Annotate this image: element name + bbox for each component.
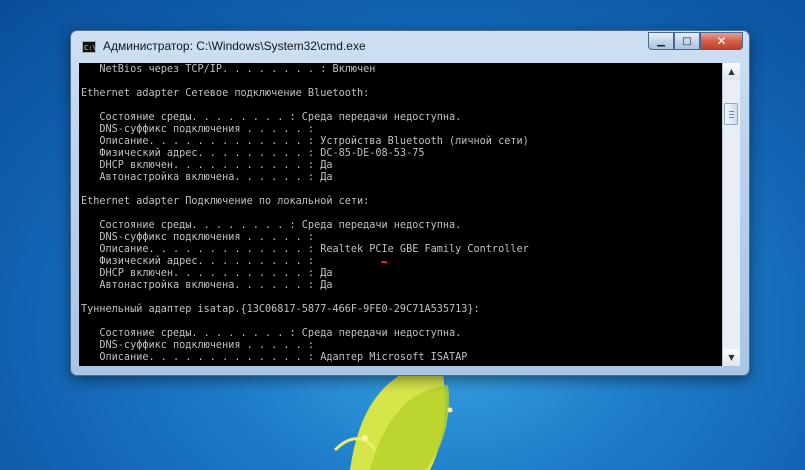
console-line: NetBios через TCP/IP. . . . . . . . : Вк… [81, 64, 376, 75]
console-line: Физический адрес. . . . . . . . . : [81, 256, 315, 267]
console-line: Описание. . . . . . . . . . . . . : Адап… [81, 352, 468, 363]
title-bar[interactable]: C:\ Администратор: C:\Windows\System32\c… [71, 31, 749, 63]
thumb-grip [729, 117, 734, 118]
text-cursor-mark [381, 261, 387, 263]
scrollbar-thumb[interactable] [724, 103, 738, 125]
thumb-grip [729, 111, 734, 112]
minimize-button[interactable]: ▁ [648, 32, 674, 50]
console-line: Физический адрес. . . . . . . . . : DC-8… [81, 148, 425, 159]
console-line: DHCP включен. . . . . . . . . . . : Да [81, 268, 333, 279]
vertical-scrollbar[interactable]: ▲ ▼ [722, 63, 740, 366]
maximize-button[interactable]: □ [674, 32, 700, 50]
console-line: DNS-суффикс подключения . . . . . : [81, 124, 315, 135]
console-line: Автонастройка включена. . . . . . : Да [81, 280, 333, 291]
console-line: DHCP включен. . . . . . . . . . . : Да [81, 160, 333, 171]
console-line: Ethernet adapter Сетевое подключение Blu… [81, 88, 370, 99]
window-title: Администратор: C:\Windows\System32\cmd.e… [103, 39, 366, 53]
close-button[interactable]: ✕ [700, 32, 743, 50]
window-controls: ▁ □ ✕ [648, 32, 743, 51]
console-line: Описание. . . . . . . . . . . . . : Real… [81, 244, 529, 255]
console-line: Состояние среды. . . . . . . . : Среда п… [81, 328, 462, 339]
console-line: Состояние среды. . . . . . . . : Среда п… [81, 220, 462, 231]
console-line: DNS-суффикс подключения . . . . . : [81, 340, 315, 351]
cmd-window: C:\ Администратор: C:\Windows\System32\c… [70, 30, 750, 376]
console-line: Автонастройка включена. . . . . . : Да [81, 172, 333, 183]
console-line: DNS-суффикс подключения . . . . . : [81, 232, 315, 243]
thumb-grip [729, 114, 734, 115]
console-line: Туннельный адаптер isatap.{13C06817-5877… [81, 304, 480, 315]
console-output[interactable]: NetBios через TCP/IP. . . . . . . . : Вк… [79, 63, 722, 366]
console-line: Описание. . . . . . . . . . . . . : Устр… [81, 136, 529, 147]
scroll-down-arrow-icon[interactable]: ▼ [723, 349, 740, 366]
console-line: Ethernet adapter Подключение по локально… [81, 196, 370, 207]
cmd-icon[interactable]: C:\ [82, 41, 97, 53]
console-line: Состояние среды. . . . . . . . : Среда п… [81, 112, 462, 123]
scroll-up-arrow-icon[interactable]: ▲ [723, 63, 740, 80]
